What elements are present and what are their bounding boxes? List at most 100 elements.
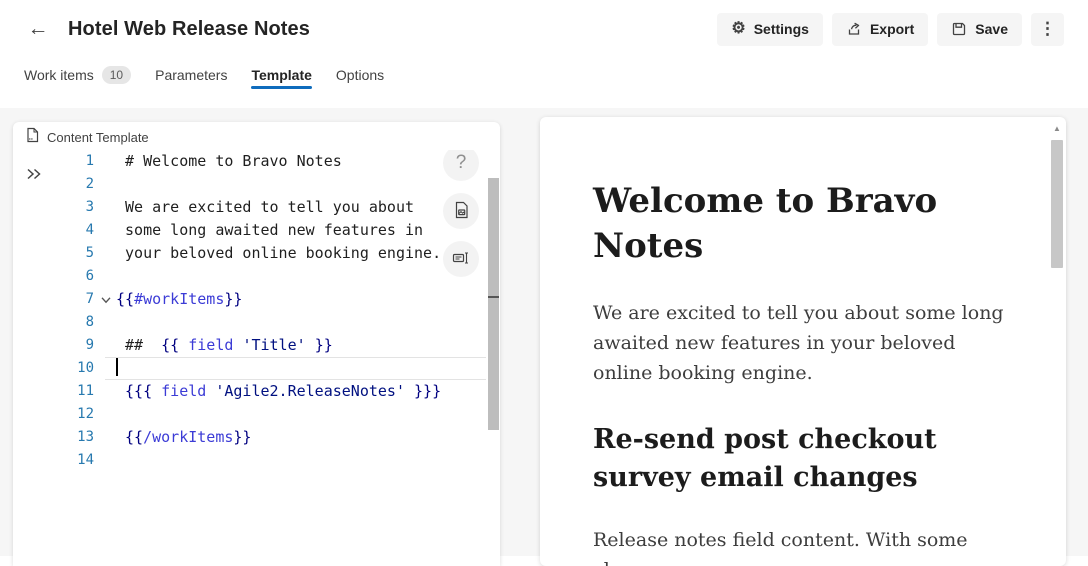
line-number: 10: [55, 357, 100, 380]
editor-side-gutter: [13, 150, 55, 566]
preview-heading-2: Re-send post checkout survey email chang…: [593, 421, 1008, 496]
preview-paragraph-1: We are excited to tell you about some lo…: [593, 298, 1008, 388]
line-number: 4: [55, 219, 100, 242]
page-title: Hotel Web Release Notes: [68, 18, 310, 41]
fold-gutter: [100, 334, 116, 357]
editor-scrollbar[interactable]: [487, 150, 500, 566]
editor-cursor-position-marker: [488, 296, 499, 298]
fold-gutter: [100, 311, 116, 334]
code-line[interactable]: 6: [55, 265, 500, 288]
title-row: ← Hotel Web Release Notes ⚙ Settings Exp…: [0, 0, 1088, 58]
fold-gutter: [100, 196, 116, 219]
code-text: {{/workItems}}: [116, 426, 500, 449]
more-options-button[interactable]: ⋮: [1031, 13, 1064, 46]
rendered-preview-panel: Welcome to Bravo Notes We are excited to…: [540, 117, 1066, 566]
tab-template[interactable]: Template: [251, 58, 311, 92]
fold-gutter: [100, 173, 116, 196]
fold-gutter: [100, 449, 116, 472]
code-line[interactable]: 14: [55, 449, 500, 472]
code-line[interactable]: 3 We are excited to tell you about: [55, 196, 500, 219]
code-line[interactable]: 12: [55, 403, 500, 426]
line-number: 8: [55, 311, 100, 334]
code-text: {{{ field 'Agile2.ReleaseNotes' }}}: [116, 380, 500, 403]
line-number: 5: [55, 242, 100, 265]
line-number: 1: [55, 150, 100, 173]
tab-bar: Work items 10 Parameters Template Option…: [0, 58, 1088, 92]
editor-body: 1 # Welcome to Bravo Notes23 We are exci…: [13, 150, 500, 566]
code-text: [116, 265, 500, 288]
line-number: 3: [55, 196, 100, 219]
scroll-up-arrow-icon[interactable]: ▲: [1051, 122, 1063, 136]
line-number: 11: [55, 380, 100, 403]
insert-field-button[interactable]: [443, 241, 479, 277]
code-text: [116, 311, 500, 334]
code-text: [116, 173, 500, 196]
editor-panel-header: Content Template: [13, 122, 500, 150]
code-line[interactable]: 2: [55, 173, 500, 196]
share-export-icon: [846, 21, 862, 37]
code-line[interactable]: 5 your beloved online booking engine.: [55, 242, 500, 265]
code-text: some long awaited new features in: [116, 219, 500, 242]
code-line[interactable]: 10: [55, 357, 500, 380]
fold-toggle-chevron-icon[interactable]: [100, 288, 116, 311]
more-vertical-icon: ⋮: [1039, 19, 1056, 39]
code-editor[interactable]: 1 # Welcome to Bravo Notes23 We are exci…: [55, 150, 500, 566]
tab-parameters[interactable]: Parameters: [155, 58, 227, 92]
help-icon: ?: [456, 152, 467, 174]
template-editor-panel: Content Template 1 # Welcome to Bravo No…: [13, 122, 500, 566]
fold-gutter: [100, 357, 116, 380]
code-line[interactable]: 1 # Welcome to Bravo Notes: [55, 150, 500, 173]
settings-button[interactable]: ⚙ Settings: [717, 13, 823, 46]
back-button[interactable]: ←: [24, 15, 52, 43]
tab-work-items[interactable]: Work items 10: [24, 58, 131, 92]
fold-gutter: [100, 403, 116, 426]
code-text: [116, 449, 500, 472]
double-chevron-right-icon: [25, 170, 43, 185]
preview-scrollbar[interactable]: ▲: [1051, 122, 1063, 422]
code-text: {{#workItems}}: [116, 288, 500, 311]
code-lines: 1 # Welcome to Bravo Notes23 We are exci…: [55, 150, 500, 472]
preview-paragraph-2: Release notes field content. With some c…: [593, 525, 1008, 566]
code-line[interactable]: 4 some long awaited new features in: [55, 219, 500, 242]
text-cursor: [116, 358, 118, 376]
preview-scrollbar-thumb[interactable]: [1051, 140, 1063, 268]
fold-gutter: [100, 380, 116, 403]
line-number: 13: [55, 426, 100, 449]
tab-options[interactable]: Options: [336, 58, 384, 92]
line-number: 9: [55, 334, 100, 357]
editor-panel-title: Content Template: [47, 130, 149, 145]
fold-gutter: [100, 150, 116, 173]
line-number: 2: [55, 173, 100, 196]
code-text: [116, 403, 500, 426]
expand-panel-button[interactable]: [23, 164, 45, 187]
line-number: 12: [55, 403, 100, 426]
gear-icon: ⚙: [731, 21, 745, 37]
preview-heading-1: Welcome to Bravo Notes: [593, 179, 963, 269]
code-text: ## {{ field 'Title' }}: [116, 334, 500, 357]
save-button[interactable]: Save: [937, 13, 1022, 46]
insert-image-icon: [453, 201, 470, 222]
export-button[interactable]: Export: [832, 13, 928, 46]
template-file-icon: [25, 127, 40, 148]
line-number: 6: [55, 265, 100, 288]
fold-gutter: [100, 219, 116, 242]
line-number: 7: [55, 288, 100, 311]
fold-gutter: [100, 242, 116, 265]
fold-gutter: [100, 426, 116, 449]
editor-scrollbar-thumb[interactable]: [488, 178, 499, 430]
save-floppy-icon: [951, 21, 967, 37]
insert-field-icon: [452, 250, 470, 269]
code-text: [116, 357, 500, 380]
code-line[interactable]: 8: [55, 311, 500, 334]
header-actions: ⚙ Settings Export: [717, 13, 1064, 46]
work-items-count-badge: 10: [102, 66, 131, 84]
line-number: 14: [55, 449, 100, 472]
code-line[interactable]: 11 {{{ field 'Agile2.ReleaseNotes' }}}: [55, 380, 500, 403]
code-line[interactable]: 7 {{#workItems}}: [55, 288, 500, 311]
code-line[interactable]: 13 {{/workItems}}: [55, 426, 500, 449]
code-line[interactable]: 9 ## {{ field 'Title' }}: [55, 334, 500, 357]
insert-image-button[interactable]: [443, 193, 479, 229]
fold-gutter: [100, 265, 116, 288]
preview-document: Welcome to Bravo Notes We are excited to…: [540, 117, 1066, 566]
content-region: Content Template 1 # Welcome to Bravo No…: [0, 108, 1088, 556]
